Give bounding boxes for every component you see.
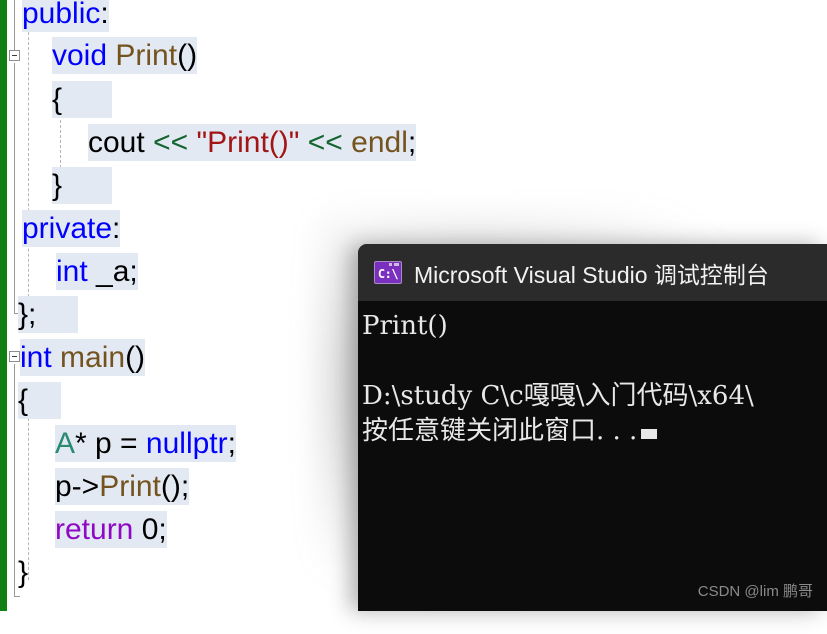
token-number: 0; bbox=[133, 513, 167, 546]
token-function: Print bbox=[99, 470, 161, 503]
token-punct: : bbox=[100, 0, 109, 30]
console-output-line: Print() bbox=[362, 311, 448, 341]
code-line[interactable]: }; bbox=[0, 293, 79, 337]
token-type: A bbox=[55, 427, 76, 460]
fold-rail-main-foot bbox=[14, 596, 20, 597]
token-punct: (); bbox=[160, 470, 190, 503]
code-line[interactable]: { bbox=[0, 78, 113, 122]
token-operator: << bbox=[307, 126, 343, 159]
token-macro: endl bbox=[351, 126, 408, 159]
code-line[interactable]: } bbox=[0, 551, 28, 595]
code-line[interactable]: int main() bbox=[0, 336, 146, 380]
code-line[interactable]: A* p = nullptr; bbox=[0, 422, 236, 466]
csdn-watermark: CSDN @lim 鹏哥 bbox=[697, 583, 813, 600]
console-app-icon: C:\ bbox=[374, 261, 402, 284]
token-punct: () bbox=[177, 39, 198, 72]
token-punct: ; bbox=[227, 427, 236, 460]
token-identifier: p-> bbox=[55, 470, 100, 503]
console-window[interactable]: C:\ Microsoft Visual Studio 调试控制台 Print(… bbox=[358, 244, 827, 611]
titlebar-dots-icon bbox=[389, 263, 399, 266]
console-titlebar[interactable]: C:\ Microsoft Visual Studio 调试控制台 bbox=[358, 244, 827, 301]
console-window-title: Microsoft Visual Studio 调试控制台 bbox=[414, 261, 769, 288]
code-line[interactable]: { bbox=[0, 379, 62, 423]
token-operator: << bbox=[153, 126, 189, 159]
token-keyword: int bbox=[56, 255, 88, 288]
console-output-line-with-cursor: 按任意键关闭此窗口. . . bbox=[360, 414, 827, 449]
token-punct: }; bbox=[18, 298, 37, 331]
token-brace: { bbox=[52, 83, 63, 116]
code-line[interactable]: void Print() bbox=[0, 34, 198, 78]
console-output-area[interactable]: Print() D:\study C\c嘎嘎\入门代码\x64\ 按任意键关闭此… bbox=[358, 301, 827, 611]
token-function: main bbox=[60, 341, 126, 374]
token-function: Print bbox=[115, 39, 178, 72]
token-keyword: void bbox=[52, 39, 108, 72]
code-line[interactable]: private: bbox=[0, 207, 121, 251]
code-line[interactable]: } bbox=[0, 164, 113, 208]
token-identifier: * p = bbox=[75, 427, 146, 460]
token-brace: } bbox=[52, 169, 63, 202]
token-pad bbox=[36, 298, 78, 331]
token-keyword: int bbox=[20, 341, 52, 374]
token-control-keyword: return bbox=[55, 513, 134, 546]
token-punct: () bbox=[125, 341, 146, 374]
console-prompt-text: 按任意键关闭此窗口. . . bbox=[362, 416, 638, 446]
token-keyword: private bbox=[22, 212, 113, 245]
token-identifier: _a; bbox=[87, 255, 138, 288]
token-pad bbox=[62, 169, 112, 202]
console-cursor bbox=[641, 429, 658, 439]
code-line[interactable]: return 0; bbox=[0, 508, 167, 552]
token-punct: : bbox=[112, 212, 121, 245]
code-line[interactable]: cout << "Print()" << endl; bbox=[0, 121, 417, 165]
token-punct: ; bbox=[407, 126, 417, 159]
token-pad bbox=[28, 384, 61, 417]
code-line[interactable]: p->Print(); bbox=[0, 465, 190, 509]
code-line[interactable]: int _a; bbox=[0, 250, 138, 294]
token-pad bbox=[62, 83, 112, 116]
console-output-line: D:\study C\c嘎嘎\入门代码\x64\ bbox=[362, 381, 754, 411]
console-output-blank-line bbox=[360, 344, 827, 379]
console-icon-label: C:\ bbox=[377, 267, 399, 281]
token-keyword: public bbox=[22, 0, 101, 30]
code-line[interactable]: public: bbox=[0, 0, 109, 36]
token-brace: } bbox=[18, 556, 29, 589]
token-string: "Print()" bbox=[196, 126, 300, 159]
token-brace: { bbox=[18, 384, 29, 417]
token-identifier: cout bbox=[88, 126, 145, 159]
token-keyword: nullptr bbox=[145, 427, 228, 460]
